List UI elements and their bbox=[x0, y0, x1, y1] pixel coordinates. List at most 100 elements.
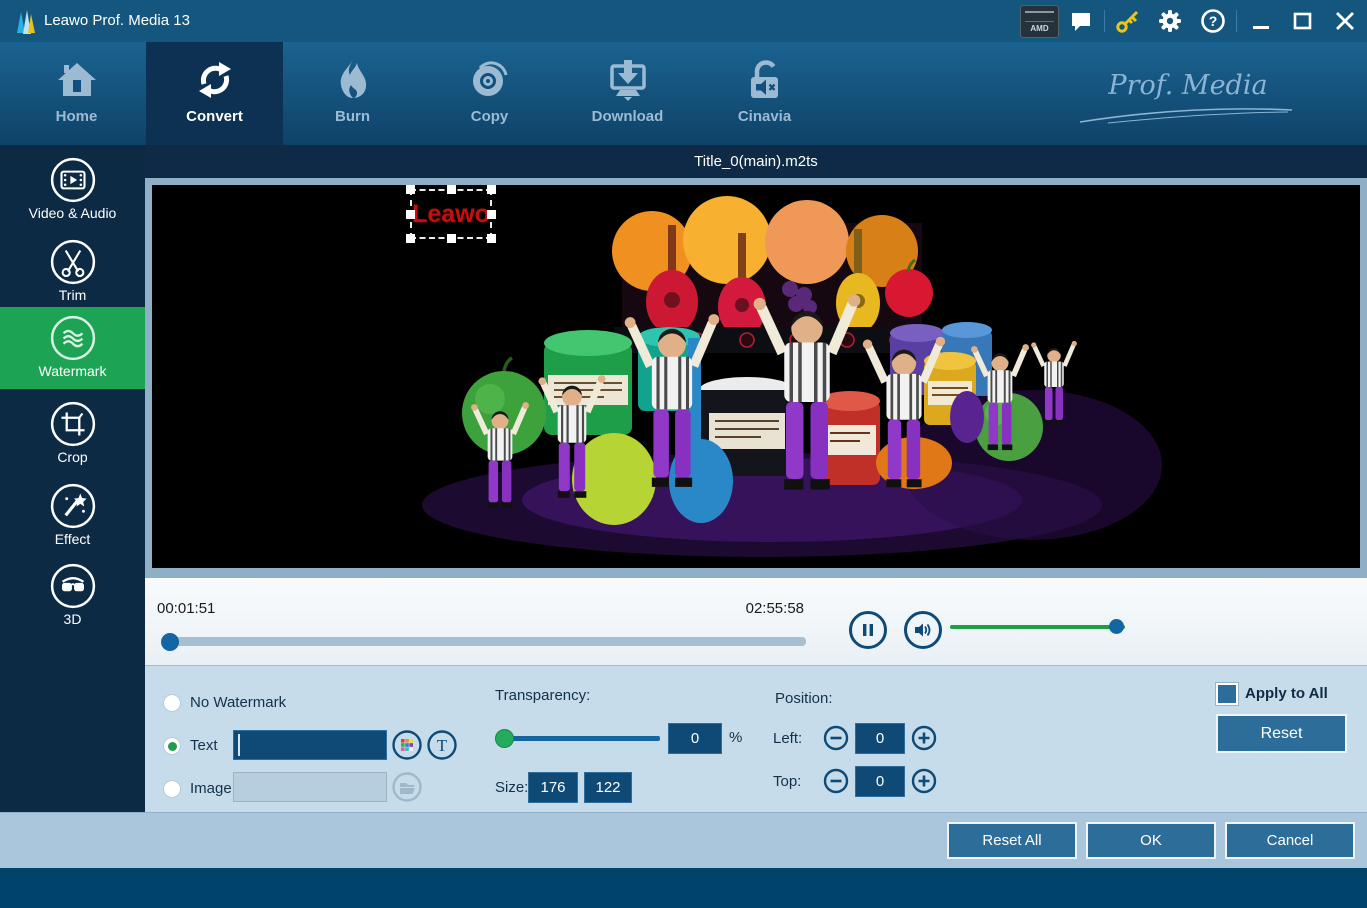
sidebar-item-watermark[interactable]: Watermark bbox=[0, 307, 145, 389]
brand-swoosh bbox=[1078, 103, 1298, 125]
color-palette-icon bbox=[392, 730, 422, 760]
image-watermark-radio[interactable] bbox=[163, 780, 181, 798]
help-icon[interactable]: ? bbox=[1198, 7, 1228, 35]
volume-icon bbox=[914, 622, 932, 638]
resize-handle[interactable] bbox=[447, 185, 456, 194]
resize-handle[interactable] bbox=[487, 185, 496, 194]
reset-button[interactable]: Reset bbox=[1216, 714, 1347, 753]
maximize-icon[interactable] bbox=[1288, 7, 1318, 35]
left-label: Left: bbox=[773, 730, 802, 747]
watermark-overlay-text: Leawo bbox=[412, 191, 490, 237]
volume-button[interactable] bbox=[904, 611, 942, 649]
resize-handle[interactable] bbox=[406, 234, 415, 243]
watermark-image-value bbox=[234, 773, 242, 789]
pause-button[interactable] bbox=[849, 611, 887, 649]
top-plus-button[interactable] bbox=[911, 768, 937, 799]
resize-handle[interactable] bbox=[406, 185, 415, 194]
elapsed-time: 00:01:51 bbox=[157, 600, 215, 617]
transparency-value: 0 bbox=[691, 730, 699, 747]
total-time: 02:55:58 bbox=[746, 600, 804, 617]
transparency-label: Transparency: bbox=[495, 687, 590, 704]
top-value: 0 bbox=[876, 773, 884, 790]
seek-bar[interactable] bbox=[163, 637, 806, 646]
reset-all-label: Reset All bbox=[982, 832, 1041, 849]
left-minus-button[interactable] bbox=[823, 725, 849, 756]
seek-handle[interactable] bbox=[161, 633, 179, 651]
footer-action-bar: Reset All OK Cancel bbox=[0, 812, 1367, 868]
reset-all-button[interactable]: Reset All bbox=[947, 822, 1077, 859]
playback-bar: 00:01:51 02:55:58 bbox=[145, 578, 1367, 665]
apply-to-all-checkbox[interactable] bbox=[1216, 683, 1238, 705]
tab-copy[interactable]: Copy bbox=[421, 42, 558, 145]
sidebar-item-3d[interactable]: 3D bbox=[0, 563, 145, 643]
folder-open-icon bbox=[392, 772, 422, 802]
sidebar-item-effect[interactable]: Effect bbox=[0, 483, 145, 563]
clip-title: Title_0(main).m2ts bbox=[694, 153, 818, 170]
svg-text:?: ? bbox=[1209, 13, 1218, 29]
image-watermark-label: Image bbox=[190, 780, 232, 797]
copy-icon bbox=[466, 54, 514, 106]
tab-burn[interactable]: Burn bbox=[284, 42, 421, 145]
watermark-image-input[interactable] bbox=[233, 772, 387, 802]
ok-label: OK bbox=[1140, 832, 1162, 849]
sidebar-item-crop[interactable]: Crop bbox=[0, 401, 145, 481]
titlebar-separator bbox=[1236, 10, 1237, 32]
tool-sidebar: Video & Audio Trim Watermark bbox=[0, 145, 145, 812]
video-audio-icon bbox=[50, 157, 96, 203]
app-logo-icon bbox=[13, 8, 39, 35]
transparency-value-box[interactable]: 0 bbox=[668, 723, 722, 754]
resize-handle[interactable] bbox=[487, 210, 496, 219]
volume-slider[interactable] bbox=[950, 625, 1125, 629]
plus-icon bbox=[911, 725, 937, 751]
tab-label: Download bbox=[592, 108, 664, 125]
home-icon bbox=[53, 54, 101, 106]
sidebar-item-label: Watermark bbox=[39, 363, 107, 379]
resize-handle[interactable] bbox=[447, 234, 456, 243]
size-height-box[interactable]: 122 bbox=[584, 772, 632, 803]
resize-handle[interactable] bbox=[406, 210, 415, 219]
svg-text:T: T bbox=[437, 736, 448, 755]
size-width-box[interactable]: 176 bbox=[528, 772, 578, 803]
text-watermark-radio[interactable] bbox=[163, 737, 181, 755]
apply-to-all-label: Apply to All bbox=[1245, 685, 1328, 702]
cancel-button[interactable]: Cancel bbox=[1225, 822, 1355, 859]
watermark-overlay[interactable]: Leawo bbox=[410, 189, 492, 239]
sidebar-item-label: 3D bbox=[64, 611, 82, 627]
window-title: Leawo Prof. Media 13 bbox=[44, 0, 190, 42]
no-watermark-radio[interactable] bbox=[163, 694, 181, 712]
sidebar-item-video-audio[interactable]: Video & Audio bbox=[0, 157, 145, 237]
register-key-icon[interactable] bbox=[1113, 7, 1143, 35]
amd-badge-label: AMD bbox=[1021, 24, 1058, 33]
tab-home[interactable]: Home bbox=[8, 42, 145, 145]
settings-gear-icon[interactable] bbox=[1155, 7, 1185, 35]
tab-cinavia[interactable]: Cinavia bbox=[696, 42, 833, 145]
size-label: Size: bbox=[495, 779, 528, 796]
text-watermark-label: Text bbox=[190, 737, 218, 754]
top-value-box[interactable]: 0 bbox=[855, 766, 905, 797]
volume-handle[interactable] bbox=[1109, 619, 1124, 634]
text-style-button[interactable]: T bbox=[427, 730, 457, 760]
feedback-icon[interactable] bbox=[1066, 7, 1096, 35]
transparency-handle[interactable] bbox=[495, 729, 514, 748]
ok-button[interactable]: OK bbox=[1086, 822, 1216, 859]
tab-convert[interactable]: Convert bbox=[146, 42, 283, 145]
resize-handle[interactable] bbox=[487, 234, 496, 243]
video-scene bbox=[152, 185, 1360, 568]
watermark-text-input[interactable] bbox=[233, 730, 387, 760]
top-minus-button[interactable] bbox=[823, 768, 849, 799]
no-watermark-label: No Watermark bbox=[190, 694, 286, 711]
color-palette-button[interactable] bbox=[392, 730, 422, 760]
brand-script: Prof. Media bbox=[1078, 70, 1298, 125]
left-value-box[interactable]: 0 bbox=[855, 723, 905, 754]
sidebar-item-label: Effect bbox=[55, 531, 91, 547]
tab-download[interactable]: Download bbox=[559, 42, 696, 145]
sidebar-item-label: Video & Audio bbox=[29, 205, 117, 221]
effect-icon bbox=[50, 483, 96, 529]
left-plus-button[interactable] bbox=[911, 725, 937, 756]
minus-icon bbox=[823, 768, 849, 794]
size-width-value: 176 bbox=[540, 779, 565, 796]
close-icon[interactable] bbox=[1330, 7, 1360, 35]
minimize-icon[interactable] bbox=[1246, 7, 1276, 35]
transparency-slider[interactable] bbox=[497, 736, 660, 741]
browse-image-button[interactable] bbox=[392, 772, 422, 802]
